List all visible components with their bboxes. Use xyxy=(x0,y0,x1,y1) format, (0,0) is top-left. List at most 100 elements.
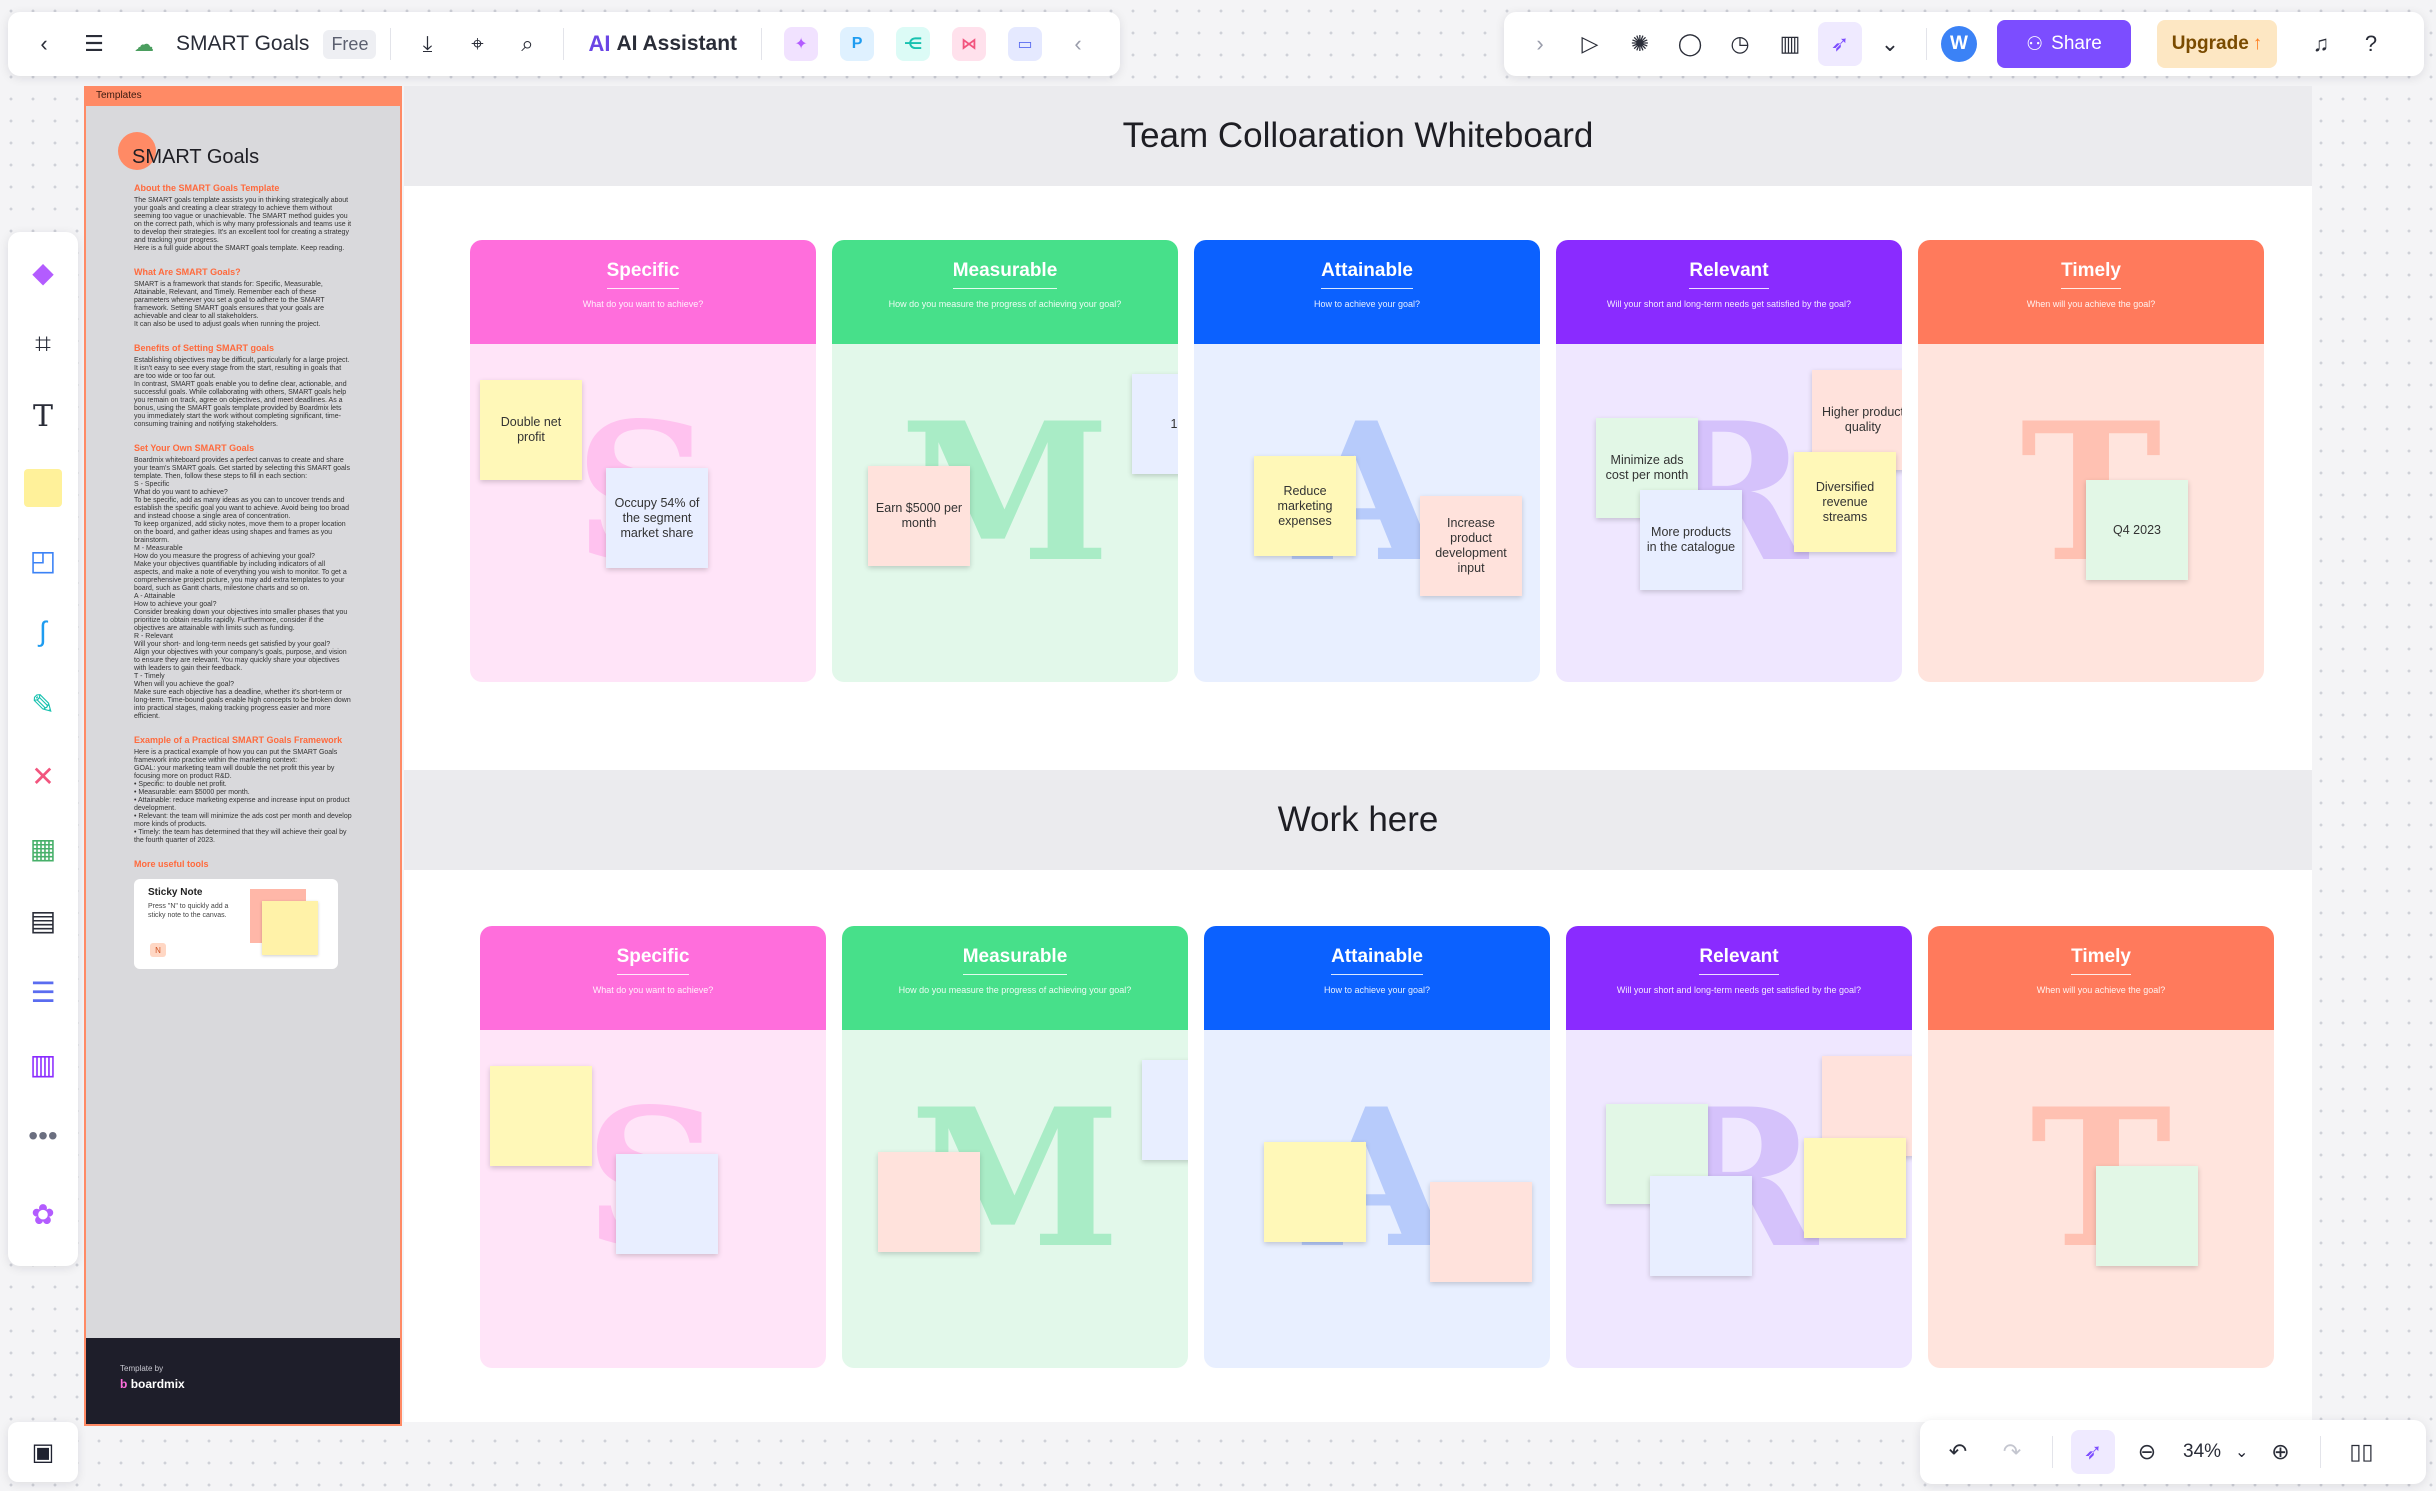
mindmap-plugin-icon[interactable]: ⋲ xyxy=(896,27,931,61)
redo-icon[interactable]: ↷ xyxy=(1990,1430,2034,1474)
zoom-out-icon[interactable]: ⊖ xyxy=(2125,1430,2169,1474)
zoom-dropdown-chevron-icon[interactable]: ⌄ xyxy=(2235,1442,2248,1462)
sticky-note[interactable] xyxy=(1804,1138,1906,1238)
collapse-chevron-icon[interactable]: ‹ xyxy=(1056,22,1100,66)
sticky-note[interactable]: 15% xyxy=(1132,374,1178,474)
select-cursor-icon[interactable]: ➶ xyxy=(2071,1430,2115,1474)
table-tool-icon[interactable]: ▦ xyxy=(17,822,69,874)
template-preview-panel[interactable]: Templates SMART Goals About the SMART Go… xyxy=(84,86,402,1426)
zoom-level[interactable]: 34% xyxy=(2183,1441,2221,1463)
undo-icon[interactable]: ↶ xyxy=(1936,1430,1980,1474)
column-body[interactable]: RHigher product qualityMinimize ads cost… xyxy=(1556,344,1902,682)
column-body[interactable]: M15%Earn $5000 per month xyxy=(832,344,1178,682)
user-avatar[interactable]: W xyxy=(1941,26,1977,62)
smart-column-relevant[interactable]: Relevant Will your short and long-term ne… xyxy=(1556,240,1902,682)
upgrade-button[interactable]: Upgrade ↑ xyxy=(2157,20,2277,68)
column-body[interactable]: R xyxy=(1566,1030,1912,1368)
section-title-work-here[interactable]: Work here xyxy=(404,770,2312,870)
mindmap-tool-icon[interactable]: ✕ xyxy=(17,750,69,802)
share-label: Share xyxy=(2051,33,2102,54)
smart-column-relevant[interactable]: Relevant Will your short and long-term ne… xyxy=(1566,926,1912,1368)
document-tool-icon[interactable]: ▤ xyxy=(17,894,69,946)
column-title: Relevant xyxy=(1699,946,1779,975)
column-body[interactable]: S xyxy=(480,1030,826,1368)
smart-column-attainable[interactable]: Attainable How to achieve your goal? A Redu… xyxy=(1194,240,1540,682)
column-header: Relevant Will your short and long-term ne… xyxy=(1556,240,1902,344)
menu-icon[interactable]: ☰ xyxy=(72,22,116,66)
sticky-note[interactable] xyxy=(1430,1182,1532,1282)
minimap-icon[interactable]: ▣ xyxy=(8,1422,78,1482)
document-title[interactable]: SMART Goals xyxy=(176,32,309,56)
timer-icon[interactable]: ◷ xyxy=(1718,22,1762,66)
sticky-note[interactable]: Occupy 54% of the segment market share xyxy=(606,468,708,568)
help-icon[interactable]: ? xyxy=(2349,22,2393,66)
sticky-note[interactable]: Earn $5000 per month xyxy=(868,466,970,566)
ai-assistant-button[interactable]: AI AI Assistant xyxy=(578,31,747,57)
smart-column-specific[interactable]: Specific What do you want to achieve? S xyxy=(480,926,826,1368)
vote-chart-icon[interactable]: ▥ xyxy=(1768,22,1812,66)
section-title-collaboration[interactable]: Team Colloaration Whiteboard xyxy=(404,86,2312,186)
template-section-text: SMART is a framework that stands for: Sp… xyxy=(134,281,325,328)
kanban-tool-icon[interactable]: ▥ xyxy=(17,1038,69,1090)
sticky-note[interactable] xyxy=(878,1152,980,1252)
shape-tool-icon[interactable]: ◰ xyxy=(17,534,69,586)
chat-plugin-icon[interactable]: ▭ xyxy=(1008,27,1043,61)
follow-cursor-icon[interactable]: ➶ xyxy=(1818,22,1862,66)
zoom-in-icon[interactable]: ⊕ xyxy=(2258,1430,2302,1474)
column-body[interactable]: T xyxy=(1928,1030,2274,1368)
smart-column-measurable[interactable]: Measurable How do you measure the progres… xyxy=(842,926,1188,1368)
flowchart-plugin-icon[interactable]: ⋈ xyxy=(952,27,987,61)
text-tool-icon[interactable]: T xyxy=(17,390,69,442)
sticky-note[interactable] xyxy=(616,1154,718,1254)
connector-line-icon[interactable]: ∫ xyxy=(17,606,69,658)
sticky-note[interactable]: Q4 2023 xyxy=(2086,480,2188,580)
sticky-note[interactable]: Diversified revenue streams xyxy=(1794,452,1896,552)
book-guide-icon[interactable]: ▯▯ xyxy=(2339,1430,2383,1474)
smart-column-timely[interactable]: Timely When will you achieve the goal? T xyxy=(1928,926,2274,1368)
upgrade-label: Upgrade xyxy=(2171,33,2249,54)
sticky-note[interactable] xyxy=(490,1066,592,1166)
smart-column-specific[interactable]: Specific What do you want to achieve? SDou… xyxy=(470,240,816,682)
cloud-sync-icon[interactable]: ☁ xyxy=(122,22,166,66)
more-chevron-icon[interactable]: ⌄ xyxy=(1868,22,1912,66)
board-frame-work[interactable]: SpecificWhat do you want to achieve?SMea… xyxy=(404,870,2312,1422)
sticky-note[interactable] xyxy=(1650,1176,1752,1276)
toolbar-divider xyxy=(2052,1436,2053,1468)
sticky-note[interactable]: More products in the catalogue xyxy=(1640,490,1742,590)
share-button[interactable]: ⚇ Share xyxy=(1997,20,2131,68)
sticky-note[interactable]: Double net profit xyxy=(480,380,582,480)
comment-icon[interactable]: ◯ xyxy=(1668,22,1712,66)
image-ai-plugin-icon[interactable]: ✦ xyxy=(784,27,819,61)
board-frame-example[interactable]: Specific What do you want to achieve? SDou… xyxy=(404,186,2312,770)
back-icon[interactable]: ‹ xyxy=(22,22,66,66)
search-icon[interactable]: ⌕ xyxy=(505,22,549,66)
frame-icon[interactable]: ⌗ xyxy=(17,318,69,370)
sticky-note[interactable] xyxy=(1264,1142,1366,1242)
celebrate-icon[interactable]: ✺ xyxy=(1618,22,1662,66)
tag-icon[interactable]: ⌖ xyxy=(455,22,499,66)
apps-icon[interactable]: ✿ xyxy=(17,1188,69,1240)
sticky-note-icon[interactable] xyxy=(17,462,69,514)
sticky-note[interactable] xyxy=(2096,1166,2198,1266)
smart-column-measurable[interactable]: Measurable How do you measure the progres… xyxy=(832,240,1178,682)
expand-chevron-icon[interactable]: › xyxy=(1518,22,1562,66)
smart-column-timely[interactable]: Timely When will you achieve the goal? TQ4… xyxy=(1918,240,2264,682)
column-body[interactable]: SDouble net profitOccupy 54% of the segm… xyxy=(470,344,816,682)
download-icon[interactable]: ⤓ xyxy=(405,22,449,66)
sticky-note[interactable]: Reduce marketing expenses xyxy=(1254,456,1356,556)
templates-icon[interactable]: ◆ xyxy=(17,246,69,298)
more-tools-icon[interactable]: ••• xyxy=(17,1110,69,1162)
column-body[interactable]: M xyxy=(842,1030,1188,1368)
template-section-heading: What Are SMART Goals? xyxy=(134,267,241,277)
column-body[interactable]: A xyxy=(1204,1030,1550,1368)
list-tool-icon[interactable]: ☰ xyxy=(17,966,69,1018)
present-play-icon[interactable]: ▷ xyxy=(1568,22,1612,66)
sticky-note[interactable]: Increase product development input xyxy=(1420,496,1522,596)
presentation-plugin-icon[interactable]: P xyxy=(840,27,875,61)
column-body[interactable]: TQ4 2023 xyxy=(1918,344,2264,682)
sticky-note[interactable] xyxy=(1142,1060,1188,1160)
pen-tool-icon[interactable]: ✎ xyxy=(17,678,69,730)
column-body[interactable]: A Reduce marketing expenses Increase produ… xyxy=(1194,344,1540,682)
notification-bell-icon[interactable]: ♫ xyxy=(2299,22,2343,66)
smart-column-attainable[interactable]: Attainable How to achieve your goal? A xyxy=(1204,926,1550,1368)
